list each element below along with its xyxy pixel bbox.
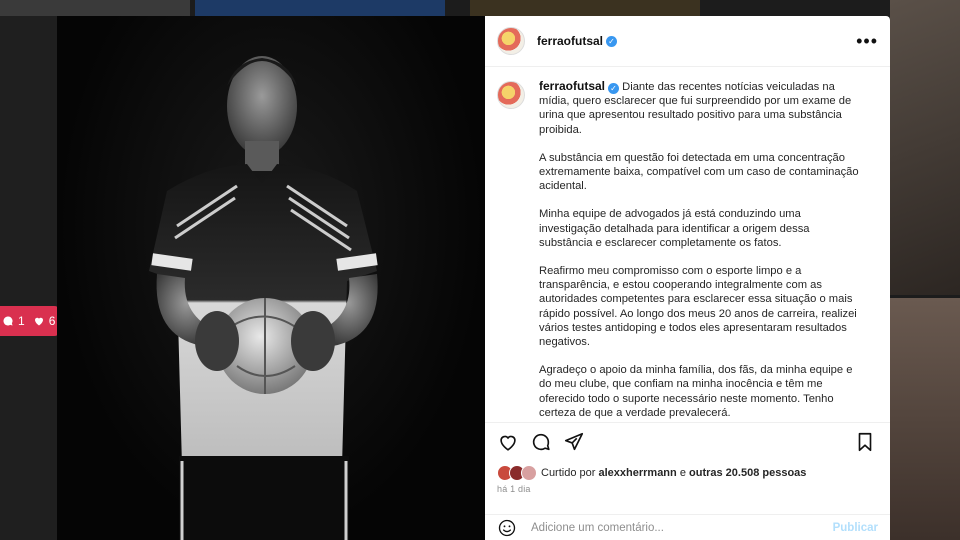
username-link[interactable]: ferraofutsal xyxy=(539,79,605,93)
post-timestamp[interactable]: há 1 dia xyxy=(497,484,531,494)
likes-summary[interactable]: Curtido por alexxherrmann e outras 20.50… xyxy=(497,464,878,482)
feed-tile xyxy=(0,0,190,16)
heart-icon xyxy=(34,317,43,326)
action-bar xyxy=(485,422,890,461)
post-panel: ferraofutsal ✓ ••• ferraofutsal ✓ Diante … xyxy=(485,16,890,540)
post-header: ferraofutsal ✓ ••• xyxy=(485,16,890,67)
post-photo[interactable] xyxy=(57,16,485,540)
caption-area[interactable]: ferraofutsal ✓ Diante das recentes notíci… xyxy=(485,67,890,434)
feed-tile xyxy=(195,0,445,16)
username-link[interactable]: ferraofutsal xyxy=(537,34,603,48)
others-likes-link[interactable]: outras 20.508 pessoas xyxy=(689,467,806,479)
avatar xyxy=(521,465,537,481)
likes-prefix: Curtido por xyxy=(541,467,596,479)
verified-badge-icon: ✓ xyxy=(606,35,618,47)
post-caption: ferraofutsal ✓ Diante das recentes notíci… xyxy=(539,79,859,434)
more-options-icon[interactable]: ••• xyxy=(856,32,878,50)
comment-count: 1 xyxy=(18,314,25,328)
feed-tile xyxy=(470,0,700,16)
caption-paragraph: Agradeço o apoio da minha família, dos f… xyxy=(539,364,853,419)
avatar[interactable] xyxy=(497,27,525,55)
comment-bar: Publicar xyxy=(485,514,890,540)
like-count: 6 xyxy=(48,314,56,328)
heart-icon[interactable] xyxy=(497,431,519,453)
feed-tile xyxy=(890,298,960,540)
futsal-player-image xyxy=(149,56,378,540)
feed-tile xyxy=(0,16,57,540)
verified-badge-icon: ✓ xyxy=(608,83,620,94)
liker-username[interactable]: alexxherrmann xyxy=(598,467,676,479)
caption-paragraph: A substância em questão foi detectada em… xyxy=(539,151,859,193)
feed-tile xyxy=(890,0,960,295)
emoji-icon[interactable] xyxy=(497,518,517,538)
publish-button[interactable]: Publicar xyxy=(833,522,878,534)
caption-paragraph: Reafirmo meu compromisso com o esporte l… xyxy=(539,265,857,349)
comment-icon xyxy=(3,316,13,326)
bookmark-icon[interactable] xyxy=(854,431,876,453)
comment-icon[interactable] xyxy=(530,431,552,453)
notification-badge[interactable]: 1 6 xyxy=(0,306,62,336)
avatar[interactable] xyxy=(497,81,525,109)
comment-input[interactable] xyxy=(529,521,833,535)
share-icon[interactable] xyxy=(563,431,585,453)
caption-paragraph: Minha equipe de advogados já está conduz… xyxy=(539,208,810,249)
likes-connector: e xyxy=(679,467,686,479)
liker-avatars xyxy=(497,465,537,481)
